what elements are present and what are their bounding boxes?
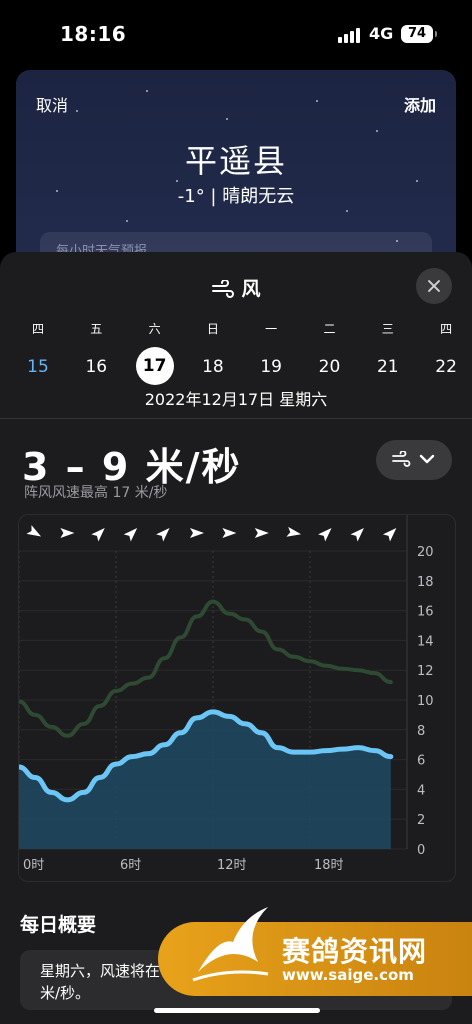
arrow-icon bbox=[382, 528, 397, 542]
x-tick-label: 0时 bbox=[23, 858, 44, 873]
clock: 18:16 bbox=[60, 22, 127, 46]
watermark-logo: 赛鸽资讯网 www.saige.com bbox=[158, 907, 472, 996]
y-tick-label: 14 bbox=[417, 634, 434, 649]
wind-direction-arrow bbox=[222, 528, 237, 538]
wind-chevron-icon bbox=[392, 451, 435, 467]
close-icon[interactable] bbox=[416, 268, 452, 304]
selected-date: 2022年12月17日 星期六 bbox=[144, 390, 328, 409]
day-weekday-label: 日 bbox=[206, 322, 219, 336]
y-tick-label: 18 bbox=[417, 575, 434, 590]
add-button[interactable]: 添加 bbox=[404, 92, 436, 116]
y-tick-label: 8 bbox=[417, 724, 425, 739]
day-number: 17 bbox=[135, 347, 174, 385]
arrow-icon bbox=[123, 528, 138, 542]
y-tick-label: 16 bbox=[417, 605, 434, 620]
wind-direction-arrow bbox=[318, 528, 332, 542]
arrow-icon bbox=[26, 525, 42, 537]
day-18[interactable]: 日 18 bbox=[191, 320, 235, 385]
wind-chart-svg: 0 2 4 6 8 10 12 14 16 18 20 0时 6时 12时 18时 bbox=[19, 515, 434, 873]
y-tick-label: 12 bbox=[417, 664, 434, 679]
wind-direction-arrow bbox=[382, 528, 397, 542]
modal-title-text: 风 bbox=[241, 278, 261, 300]
current-condition: -1° | 晴朗无云 bbox=[177, 186, 295, 207]
day-number: 21 bbox=[376, 357, 399, 377]
day-17[interactable]: 六 17 bbox=[133, 320, 177, 385]
battery-icon: 74 bbox=[401, 25, 437, 43]
arrow-icon bbox=[91, 528, 105, 542]
y-tick-label: 0 bbox=[417, 843, 425, 858]
day-number: 19 bbox=[260, 357, 282, 377]
day-number: 20 bbox=[318, 357, 341, 377]
divider bbox=[0, 418, 472, 419]
pigeon-icon bbox=[192, 907, 269, 982]
wind-direction-arrow bbox=[286, 526, 302, 537]
summary-title: 每日概要 bbox=[20, 914, 97, 936]
day-20[interactable]: 二 20 bbox=[308, 320, 352, 385]
day-weekday-label: 四 bbox=[440, 322, 453, 336]
day-19[interactable]: 一 19 bbox=[249, 320, 293, 385]
day-number: 18 bbox=[202, 357, 224, 377]
day-16[interactable]: 五 16 bbox=[74, 320, 118, 385]
arrow-icon bbox=[254, 528, 269, 538]
wind-direction-arrow bbox=[190, 528, 204, 538]
wind-direction-arrow bbox=[60, 528, 75, 538]
arrow-icon bbox=[286, 526, 302, 537]
day-weekday-label: 三 bbox=[381, 322, 394, 336]
day-weekday-label: 二 bbox=[323, 322, 336, 336]
arrow-icon bbox=[156, 528, 170, 542]
day-weekday-label: 一 bbox=[265, 322, 278, 336]
day-22[interactable]: 四 22 bbox=[424, 320, 468, 385]
day-weekday-label: 五 bbox=[90, 322, 103, 336]
wind-direction-arrow bbox=[254, 528, 269, 538]
y-tick-label: 6 bbox=[417, 754, 425, 769]
y-tick-label: 20 bbox=[417, 545, 434, 560]
cancel-button[interactable]: 取消 bbox=[36, 92, 68, 116]
gust-speed: 阵风风速最高 17 米/秒 bbox=[24, 485, 168, 501]
day-weekday-label: 六 bbox=[148, 322, 161, 336]
day-15[interactable]: 四 15 bbox=[16, 320, 60, 385]
y-tick-label: 10 bbox=[417, 694, 434, 709]
day-number: 16 bbox=[85, 357, 108, 377]
arrow-icon bbox=[222, 528, 237, 538]
arrow-icon bbox=[318, 528, 332, 542]
y-tick-label: 4 bbox=[417, 783, 425, 798]
arrow-icon bbox=[190, 528, 204, 538]
day-number: 15 bbox=[27, 357, 49, 377]
modal-title: 风 bbox=[0, 274, 472, 301]
network-type: 4G bbox=[369, 24, 394, 43]
watermark-url: www.saige.com bbox=[282, 966, 414, 984]
wind-icon bbox=[212, 280, 235, 298]
wind-chart: 0 2 4 6 8 10 12 14 16 18 20 0时 6时 12时 18时 bbox=[18, 514, 456, 882]
day-21[interactable]: 三 21 bbox=[366, 320, 410, 385]
wind-direction-arrow bbox=[123, 528, 138, 542]
x-tick-label: 12时 bbox=[217, 858, 247, 873]
y-tick-label: 2 bbox=[417, 813, 425, 828]
arrow-icon bbox=[350, 528, 364, 542]
wind-direction-arrow bbox=[156, 528, 170, 542]
wind-direction-arrow bbox=[91, 528, 105, 542]
status-bar: 18:16 4G 74 bbox=[0, 0, 472, 70]
wind-direction-arrow bbox=[26, 525, 42, 537]
home-indicator[interactable] bbox=[154, 1008, 320, 1013]
day-number: 22 bbox=[435, 357, 457, 377]
day-selector: 四 15 五 16 六 17 日 18 一 19 二 20 三 21 四 22 bbox=[0, 320, 472, 385]
day-weekday-label: 四 bbox=[31, 322, 44, 336]
arrow-icon bbox=[60, 528, 75, 538]
watermark-text: 赛鸽资讯网 bbox=[282, 935, 428, 968]
x-tick-label: 18时 bbox=[314, 858, 344, 873]
signal-icon bbox=[338, 27, 362, 43]
wind-direction-arrow bbox=[350, 528, 364, 542]
x-tick-label: 6时 bbox=[120, 858, 141, 873]
city-name: 平遥县 bbox=[184, 142, 287, 180]
view-selector-button[interactable] bbox=[376, 440, 452, 480]
